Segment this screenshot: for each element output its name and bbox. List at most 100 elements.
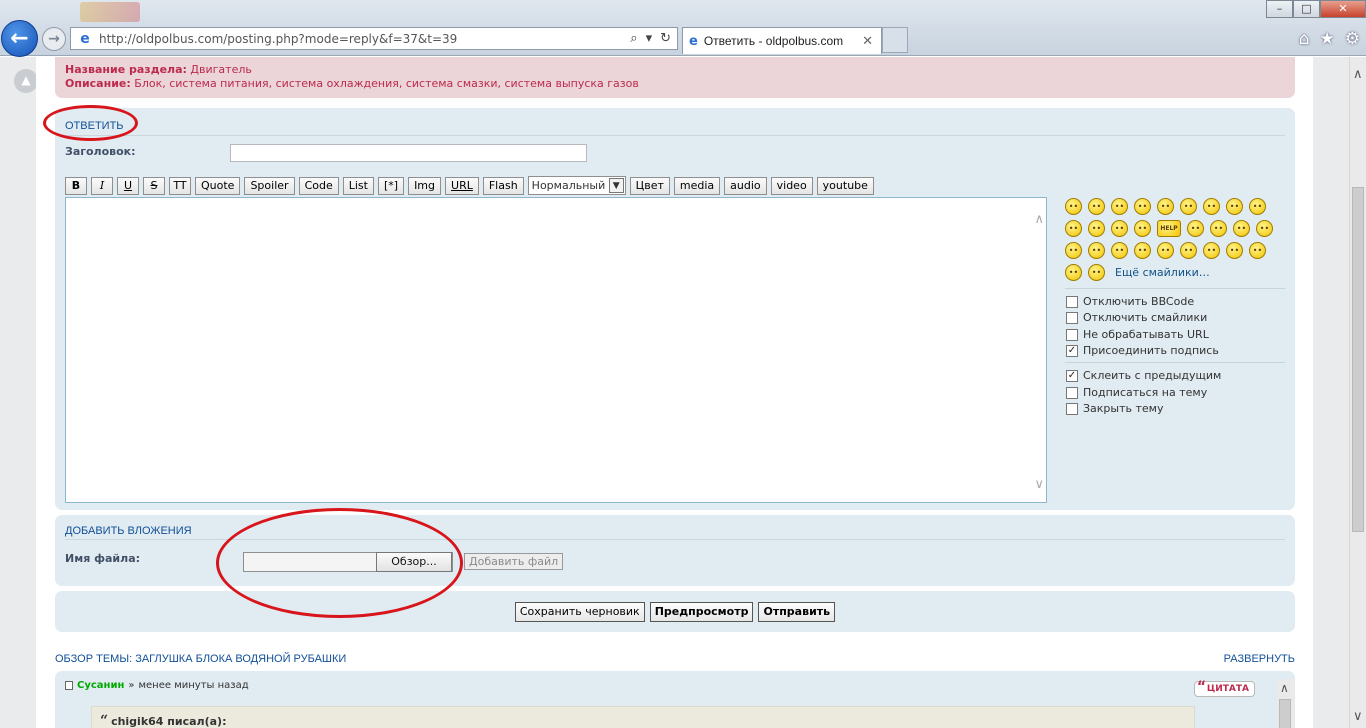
checkbox-checked[interactable]: ✓ bbox=[1066, 344, 1078, 357]
smiley-icon[interactable]: •• bbox=[1111, 220, 1128, 237]
smiley-icon[interactable]: •• bbox=[1226, 198, 1243, 215]
forward-button[interactable]: → bbox=[42, 27, 66, 51]
img-button[interactable]: Img bbox=[408, 176, 442, 195]
new-tab-button[interactable] bbox=[882, 27, 908, 53]
scroll-thumb[interactable] bbox=[1352, 187, 1364, 532]
tab-close-icon[interactable]: ✕ bbox=[862, 34, 873, 49]
page-scrollbar[interactable]: ∧ ∨ bbox=[1349, 57, 1366, 728]
home-icon[interactable]: ⌂ bbox=[1299, 29, 1310, 49]
option-no-url-parse[interactable]: Не обрабатывать URL bbox=[1066, 328, 1209, 341]
gear-icon[interactable]: ⚙ bbox=[1345, 29, 1360, 49]
browse-button[interactable]: Обзор... bbox=[376, 552, 452, 572]
scroll-thumb[interactable] bbox=[1279, 699, 1291, 728]
smiley-icon[interactable]: •• bbox=[1203, 198, 1220, 215]
smiley-icon[interactable]: •• bbox=[1111, 198, 1128, 215]
option-disable-smilies[interactable]: Отключить смайлики bbox=[1066, 311, 1207, 324]
underline-button[interactable]: U bbox=[117, 176, 139, 195]
textarea-scroll-down-icon[interactable]: ∨ bbox=[1034, 477, 1044, 492]
url-button[interactable]: URL bbox=[445, 176, 479, 195]
address-url[interactable]: http://oldpolbus.com/posting.php?mode=re… bbox=[99, 32, 457, 46]
star-icon[interactable]: ★ bbox=[1320, 29, 1335, 49]
minimize-button[interactable]: – bbox=[1266, 0, 1293, 18]
more-smilies-link[interactable]: Ещё смайлики… bbox=[1115, 264, 1210, 281]
scroll-up-icon[interactable]: ∧ bbox=[1280, 681, 1289, 695]
smiley-icon[interactable]: •• bbox=[1134, 220, 1151, 237]
smiley-icon[interactable]: •• bbox=[1088, 242, 1105, 259]
teletype-button[interactable]: TT bbox=[169, 176, 191, 195]
checkbox[interactable] bbox=[1066, 328, 1078, 341]
checkbox[interactable] bbox=[1066, 295, 1078, 308]
close-window-button[interactable]: ✕ bbox=[1320, 0, 1366, 18]
smiley-icon[interactable]: •• bbox=[1157, 242, 1174, 259]
send-button[interactable]: Отправить bbox=[758, 602, 836, 622]
option-disable-bbcode[interactable]: Отключить BBCode bbox=[1066, 295, 1194, 308]
color-button[interactable]: Цвет bbox=[629, 176, 670, 195]
address-bar[interactable]: e http://oldpolbus.com/posting.php?mode=… bbox=[70, 27, 678, 50]
post-author[interactable]: Сусанин bbox=[77, 680, 124, 691]
list-item-button[interactable]: [*] bbox=[377, 176, 405, 195]
save-draft-button[interactable]: Сохранить черновик bbox=[514, 602, 645, 622]
subject-input[interactable] bbox=[230, 144, 587, 162]
smiley-icon[interactable]: •• bbox=[1134, 242, 1151, 259]
dropdown-icon[interactable]: ▾ bbox=[646, 31, 653, 46]
smiley-icon[interactable]: •• bbox=[1180, 242, 1197, 259]
smiley-icon[interactable]: •• bbox=[1256, 220, 1273, 237]
video-button[interactable]: video bbox=[770, 176, 813, 195]
expand-link[interactable]: РАЗВЕРНУТЬ bbox=[1224, 653, 1295, 665]
smiley-icon[interactable]: •• bbox=[1187, 220, 1204, 237]
checkbox[interactable] bbox=[1066, 311, 1078, 324]
smiley-icon[interactable]: •• bbox=[1065, 242, 1082, 259]
italic-button[interactable]: I bbox=[91, 176, 113, 195]
scroll-top-icon[interactable]: ▲ bbox=[14, 69, 38, 93]
smiley-icon[interactable]: •• bbox=[1249, 198, 1266, 215]
checkbox[interactable] bbox=[1066, 402, 1078, 415]
maximize-button[interactable]: □ bbox=[1293, 0, 1320, 18]
option-lock-topic[interactable]: Закрыть тему bbox=[1066, 402, 1163, 415]
checkbox[interactable] bbox=[1066, 386, 1078, 399]
refresh-icon[interactable]: ↻ bbox=[660, 31, 671, 46]
bold-button[interactable]: B bbox=[65, 176, 87, 195]
message-textarea[interactable]: ∧ ∨ bbox=[65, 197, 1047, 503]
option-subscribe-topic[interactable]: Подписаться на тему bbox=[1066, 386, 1207, 399]
post-scrollbar[interactable]: ∧ bbox=[1277, 679, 1294, 728]
file-input[interactable]: Обзор... bbox=[243, 552, 453, 572]
smiley-icon[interactable]: •• bbox=[1111, 242, 1128, 259]
smiley-icon[interactable]: •• bbox=[1226, 242, 1243, 259]
list-button[interactable]: List bbox=[342, 176, 374, 195]
add-file-button[interactable]: Добавить файл bbox=[464, 553, 564, 570]
back-button[interactable]: ← bbox=[1, 20, 38, 57]
search-icon[interactable]: ⌕ bbox=[630, 31, 637, 46]
help-smiley-icon[interactable]: HELP bbox=[1157, 220, 1181, 237]
textarea-scroll-up-icon[interactable]: ∧ bbox=[1034, 212, 1044, 227]
smiley-icon[interactable]: •• bbox=[1134, 198, 1151, 215]
checkbox-checked[interactable]: ✓ bbox=[1066, 369, 1078, 382]
quote-button[interactable]: Quote bbox=[195, 176, 241, 195]
media-button[interactable]: media bbox=[673, 176, 721, 195]
smiley-icon[interactable]: •• bbox=[1065, 264, 1082, 281]
smiley-icon[interactable]: •• bbox=[1088, 198, 1105, 215]
scroll-down-icon[interactable]: ∨ bbox=[1353, 709, 1363, 724]
option-merge-previous[interactable]: ✓ Склеить с предыдущим bbox=[1066, 369, 1221, 382]
smiley-icon[interactable]: •• bbox=[1233, 220, 1250, 237]
preview-button[interactable]: Предпросмотр bbox=[649, 602, 754, 622]
smiley-icon[interactable]: •• bbox=[1180, 198, 1197, 215]
smiley-icon[interactable]: •• bbox=[1157, 198, 1174, 215]
spoiler-button[interactable]: Spoiler bbox=[244, 176, 295, 195]
quote-post-button[interactable]: ЦИТАТА bbox=[1193, 680, 1255, 697]
smiley-icon[interactable]: •• bbox=[1203, 242, 1220, 259]
audio-button[interactable]: audio bbox=[724, 176, 767, 195]
smiley-icon[interactable]: •• bbox=[1088, 264, 1105, 281]
smiley-icon[interactable]: •• bbox=[1065, 198, 1082, 215]
smiley-icon[interactable]: •• bbox=[1249, 242, 1266, 259]
option-attach-signature[interactable]: ✓ Присоединить подпись bbox=[1066, 344, 1219, 357]
flash-button[interactable]: Flash bbox=[482, 176, 524, 195]
browser-tab[interactable]: e Ответить - oldpolbus.com ✕ bbox=[682, 27, 882, 54]
font-size-select[interactable]: Нормальный ▼ bbox=[527, 176, 626, 195]
scroll-up-icon[interactable]: ∧ bbox=[1353, 67, 1363, 82]
smiley-icon[interactable]: •• bbox=[1088, 220, 1105, 237]
strike-button[interactable]: S bbox=[143, 176, 165, 195]
smiley-icon[interactable]: •• bbox=[1065, 220, 1082, 237]
smiley-icon[interactable]: •• bbox=[1210, 220, 1227, 237]
code-button[interactable]: Code bbox=[298, 176, 339, 195]
youtube-button[interactable]: youtube bbox=[816, 176, 874, 195]
